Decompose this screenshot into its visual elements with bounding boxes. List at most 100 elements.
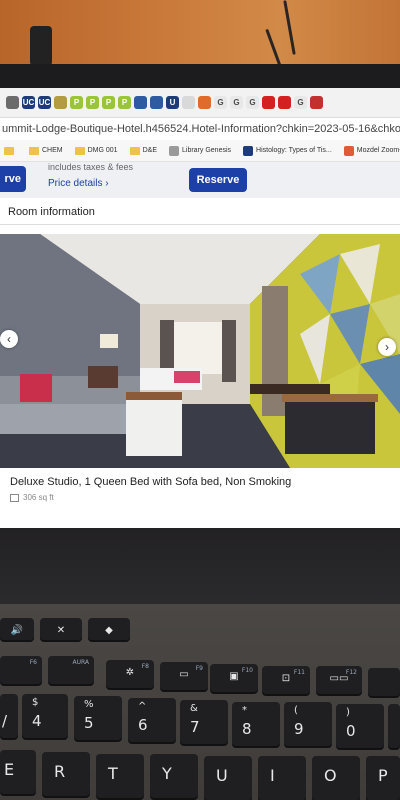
bookmark-item[interactable]: CHEM [29, 146, 63, 155]
letter-key[interactable]: U [204, 756, 252, 800]
aura-key[interactable]: AURA [48, 656, 94, 684]
fn-label: F8 [141, 663, 149, 670]
fn-label: F10 [241, 667, 253, 674]
capture-key[interactable]: ▣ F10 [210, 664, 258, 692]
number-key[interactable]: * 8 [232, 702, 280, 746]
fn-key[interactable]: F6 [0, 656, 42, 684]
folder-icon [4, 146, 14, 155]
extension-icon[interactable] [262, 96, 275, 109]
url-text: ummit-Lodge-Boutique-Hotel.h456524.Hotel… [2, 123, 400, 135]
key-shift-label: $ [32, 697, 39, 708]
extension-icon[interactable]: U [166, 96, 179, 109]
extension-icon[interactable]: G [214, 96, 227, 109]
volume-key[interactable]: 🔊 [0, 618, 34, 640]
key-label: I [270, 766, 275, 785]
number-key[interactable]: & 7 [180, 700, 228, 744]
key-shift-label: ^ [138, 701, 147, 712]
bookmark-item[interactable]: Library Genesis [169, 145, 232, 156]
extensions-bar: UC UC P P P P U G G G G [0, 88, 400, 118]
plug [30, 26, 52, 66]
number-key[interactable]: $4 [22, 694, 68, 738]
key-label: 8 [242, 720, 252, 738]
speaker-icon: 🔊 [10, 625, 24, 636]
folder-icon [129, 146, 140, 155]
reserve-button-partial[interactable]: rve [0, 166, 26, 192]
reserve-button[interactable]: Reserve [189, 168, 247, 192]
area-icon [10, 493, 19, 502]
laptop-bottom-bezel [0, 528, 400, 606]
extension-icon[interactable] [54, 96, 67, 109]
letter-key[interactable]: O [312, 756, 360, 800]
key-label: 6 [138, 716, 148, 734]
slash-key[interactable]: / [0, 694, 18, 738]
keyboard: 🔊 ✕ ◆ F6 AURA ✲ F8 ▭ F9 ▣ F10 ⊡ F11 ▭▭ F12 / … [0, 604, 400, 800]
bookmark-label: CHEM [42, 147, 63, 154]
room-photo[interactable]: ‹ › [0, 234, 400, 468]
letter-key[interactable]: I [258, 756, 306, 800]
bookmark-label: Library Genesis [182, 147, 232, 154]
letter-key[interactable]: P [366, 756, 400, 800]
key-label: 9 [294, 720, 304, 738]
extension-icon[interactable] [150, 96, 163, 109]
fn-label: F12 [345, 669, 357, 676]
address-bar[interactable]: ummit-Lodge-Boutique-Hotel.h456524.Hotel… [0, 118, 400, 140]
extension-icon[interactable]: P [70, 96, 83, 109]
bookmark-label: Histology: Types of Tis... [256, 147, 332, 154]
mic-mute-key[interactable]: ✕ [40, 618, 82, 640]
extension-icon[interactable] [310, 96, 323, 109]
room-size-value: 306 sq ft [23, 493, 54, 502]
bookmark-item[interactable]: D&E [129, 146, 157, 155]
record-key[interactable]: ⊡ F11 [262, 666, 310, 694]
minus-key[interactable] [388, 704, 400, 748]
key-label: O [324, 766, 337, 785]
extension-icon[interactable]: G [230, 96, 243, 109]
room-size: 306 sq ft [10, 493, 54, 502]
number-key[interactable]: ^ 6 [128, 698, 176, 742]
key-label: U [216, 766, 228, 785]
key-label: 5 [84, 714, 94, 732]
folder-icon [74, 146, 85, 155]
prev-photo-button[interactable]: ‹ [0, 330, 18, 348]
extension-icon[interactable]: G [294, 96, 307, 109]
rog-key[interactable]: ◆ [88, 618, 130, 640]
bookmark-item[interactable]: DMG 001 [74, 146, 118, 155]
fan-key[interactable]: ✲ F8 [106, 660, 154, 688]
key-shift-label: % [84, 699, 94, 710]
bookmark-item[interactable]: Histology: Types of Tis... [243, 145, 332, 156]
fn-label: AURA [72, 659, 89, 666]
key-label: 0 [346, 722, 356, 740]
bookmark-label: D&E [142, 147, 157, 154]
room-title: Deluxe Studio, 1 Queen Bed with Sofa bed… [10, 476, 292, 488]
letter-key[interactable]: T [96, 754, 144, 798]
extension-icon[interactable]: P [102, 96, 115, 109]
letter-key[interactable]: E [0, 750, 36, 794]
extension-icon[interactable]: UC [38, 96, 51, 109]
number-key[interactable]: % 5 [74, 696, 122, 740]
bookmarks-bar: CHEM DMG 001 D&E Library Genesis Histology: … [0, 140, 400, 162]
extension-icon[interactable]: UC [22, 96, 35, 109]
price-strip: rve includes taxes & fees Price details … [0, 162, 400, 198]
extension-icon[interactable] [278, 96, 291, 109]
fn-label: F11 [293, 669, 305, 676]
key-label: 7 [190, 718, 200, 736]
price-details-link[interactable]: Price details › [48, 178, 109, 189]
extension-icon[interactable]: P [118, 96, 131, 109]
bookmark-item[interactable] [4, 146, 17, 155]
number-key[interactable]: ) 0 [336, 704, 384, 748]
extra-key[interactable] [368, 668, 400, 696]
letter-key[interactable]: Y [150, 754, 198, 798]
screen-key[interactable]: ▭ F9 [160, 662, 208, 690]
display-switch-key[interactable]: ▭▭ F12 [316, 666, 362, 694]
extension-icon[interactable] [198, 96, 211, 109]
number-key[interactable]: (9 [284, 702, 332, 746]
extension-icon[interactable] [182, 96, 195, 109]
extension-icon[interactable] [6, 96, 19, 109]
bookmark-item[interactable]: Mozdel Zoom-Zoom [343, 145, 400, 156]
price-details-label: Price details [48, 178, 103, 189]
next-photo-button[interactable]: › [378, 338, 396, 356]
extension-icon[interactable] [134, 96, 147, 109]
extension-icon[interactable]: P [86, 96, 99, 109]
letter-key[interactable]: R [42, 752, 90, 796]
key-label: E [4, 760, 15, 779]
extension-icon[interactable]: G [246, 96, 259, 109]
